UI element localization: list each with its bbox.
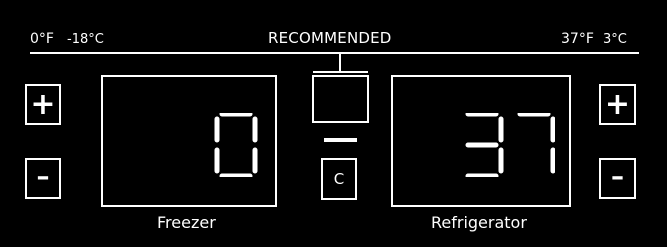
freezer-temperature-digits — [213, 113, 263, 177]
scale-right-celsius: 3°C — [603, 32, 627, 47]
plus-icon: + — [604, 86, 631, 122]
scale-left-fahrenheit: 0°F — [30, 31, 54, 47]
freezer-display: 0 — [101, 75, 277, 207]
scale-line — [30, 52, 639, 54]
refrigerator-plus-button[interactable]: + — [599, 84, 636, 125]
scale-right-fahrenheit: 37°F — [561, 31, 594, 47]
minus-icon: – — [36, 162, 50, 192]
unit-toggle-label: C — [333, 169, 345, 188]
unit-toggle-button[interactable]: C — [321, 158, 357, 200]
refrigerator-caption: Refrigerator — [431, 213, 527, 232]
freezer-caption: Freezer — [157, 213, 216, 232]
recommended-connector-horizontal — [313, 71, 368, 73]
freezer-plus-button[interactable]: + — [25, 84, 61, 125]
minus-icon: – — [611, 162, 624, 192]
refrigerator-temperature-digits — [459, 113, 555, 177]
freezer-minus-button[interactable]: – — [25, 158, 61, 199]
plus-icon: + — [30, 86, 56, 122]
recommended-connector-vertical — [339, 52, 341, 73]
recommended-label: RECOMMENDED — [268, 29, 392, 47]
scale-left-celsius: -18°C — [67, 32, 104, 47]
refrigerator-minus-button[interactable]: – — [599, 158, 636, 199]
recommended-indicator-box — [312, 75, 369, 123]
recommended-indicator-dash — [324, 138, 357, 142]
refrigerator-display: 37 — [391, 75, 571, 207]
